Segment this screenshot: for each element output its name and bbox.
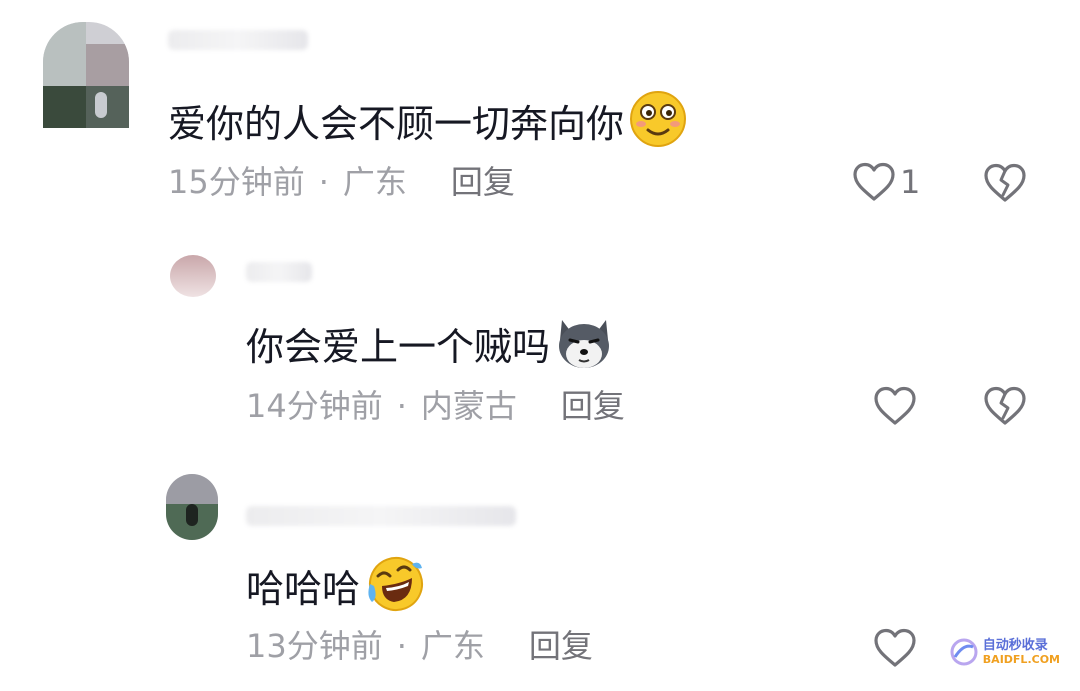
- like-button[interactable]: [873, 386, 921, 426]
- comment-location: 广东: [342, 163, 407, 201]
- broken-heart-icon: [984, 163, 1026, 202]
- watermark-logo-icon: [950, 638, 978, 666]
- avatar[interactable]: [170, 255, 216, 297]
- reply-button[interactable]: 回复: [529, 626, 593, 666]
- comment-time: 14分钟前: [246, 387, 383, 425]
- watermark: 自动秒收录 BAIDFL.COM: [949, 637, 1060, 667]
- comment-location: 内蒙古: [420, 387, 517, 425]
- heart-icon: [853, 162, 895, 201]
- comment-text: 爱你的人会不顾一切奔向你: [168, 90, 688, 158]
- username[interactable]: [246, 262, 312, 282]
- smirk-emoji: [628, 90, 688, 158]
- laughing-tears-emoji: [364, 554, 426, 624]
- broken-heart-icon: [984, 386, 1026, 425]
- comment-text: 你会爱上一个贼吗: [246, 314, 614, 380]
- husky-dog-emoji: [554, 314, 614, 380]
- avatar[interactable]: [166, 474, 218, 540]
- like-count: 1: [900, 163, 921, 201]
- watermark-domain: BAIDFL.COM: [982, 653, 1060, 666]
- heart-icon: [874, 628, 916, 667]
- dislike-button[interactable]: [983, 163, 1027, 203]
- comment-time: 15分钟前: [168, 163, 305, 201]
- like-button[interactable]: 1: [852, 162, 920, 202]
- like-button[interactable]: [873, 628, 921, 668]
- comment-time: 13分钟前: [246, 627, 383, 665]
- reply-button[interactable]: 回复: [561, 386, 625, 426]
- dislike-button[interactable]: [983, 386, 1027, 426]
- meta-separator: ·: [318, 163, 329, 201]
- comment-text: 哈哈哈: [246, 554, 426, 624]
- comment-meta: 13分钟前 · 广东 回复: [246, 626, 593, 666]
- heart-icon: [874, 386, 916, 425]
- comment-meta: 15分钟前 · 广东 回复: [168, 162, 515, 202]
- meta-separator: ·: [396, 627, 407, 665]
- username[interactable]: [168, 30, 308, 50]
- comment-location: 广东: [420, 627, 485, 665]
- avatar[interactable]: [43, 22, 129, 128]
- meta-separator: ·: [396, 387, 407, 425]
- reply-button[interactable]: 回复: [451, 162, 515, 202]
- comment-meta: 14分钟前 · 内蒙古 回复: [246, 386, 625, 426]
- watermark-text: 自动秒收录: [982, 638, 1048, 653]
- username[interactable]: [246, 506, 516, 526]
